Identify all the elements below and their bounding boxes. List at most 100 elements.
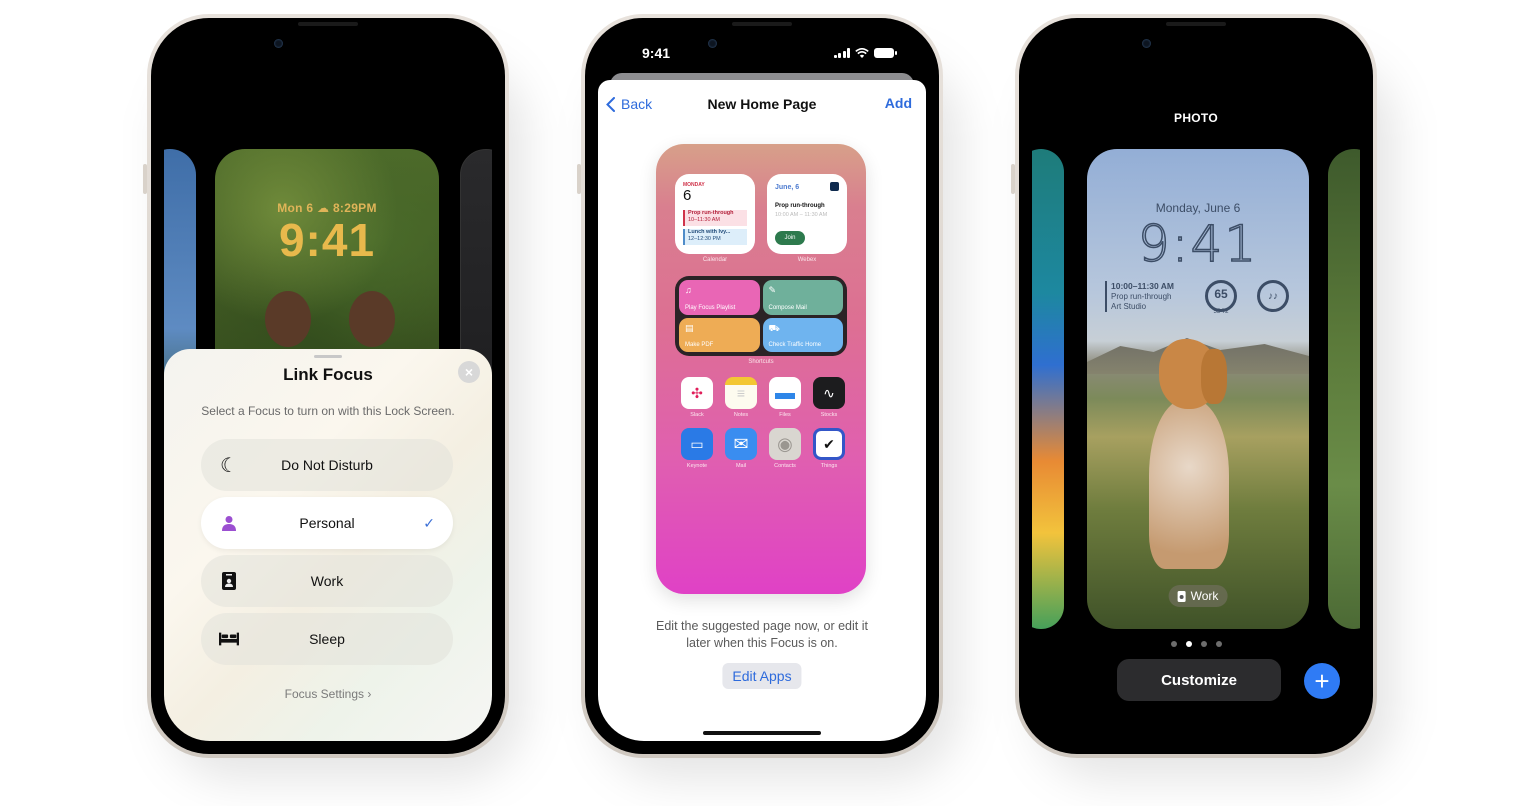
shortcut-check-traffic-home[interactable]: ⛟ Check Traffic Home xyxy=(762,317,843,352)
front-camera xyxy=(1142,39,1151,48)
phone-lock-screen-gallery: PHOTO Monday, June 6 9:41 10:00–11:30 AM… xyxy=(1011,14,1377,758)
document-icon: ▤ xyxy=(685,322,694,333)
focus-settings-link[interactable]: Focus Settings › xyxy=(164,687,492,701)
page-dot[interactable] xyxy=(1170,641,1177,647)
home-indicator[interactable] xyxy=(703,731,821,735)
app-label: Mail xyxy=(735,463,747,469)
airpods-battery-widget[interactable]: ♪♪ xyxy=(1257,280,1289,312)
event-title: Prop run-through xyxy=(688,210,734,216)
page-dot[interactable] xyxy=(1200,641,1207,647)
webex-meeting-time: 10:00 AM – 11:30 AM xyxy=(775,212,828,218)
app-label: Contacts xyxy=(774,463,796,469)
close-icon: × xyxy=(464,364,474,380)
app-notes[interactable]: ≡ Notes xyxy=(719,377,763,418)
wallpaper-card-left[interactable] xyxy=(1032,149,1064,629)
calendar-widget[interactable]: 10:00–11:30 AM Prop run-through Art Stud… xyxy=(1105,281,1174,312)
app-slack[interactable]: ✣ Slack xyxy=(675,377,719,418)
status-bar: 9:41 xyxy=(598,45,926,65)
focus-option-sleep[interactable]: Sleep xyxy=(201,613,453,665)
focus-chip-label: Work xyxy=(1190,589,1219,603)
shortcut-play-focus-playlist[interactable]: ♫ Play Focus Playlist xyxy=(679,280,760,315)
app-things[interactable]: ✔ Things xyxy=(807,428,851,469)
focus-option-work[interactable]: Work xyxy=(201,555,453,607)
shortcut-label: Play Focus Playlist xyxy=(685,304,736,311)
photo-subject-dog xyxy=(1149,339,1239,589)
lock-time: 9:41 xyxy=(278,214,376,266)
focus-chip-work[interactable]: Work xyxy=(1168,585,1228,607)
calendar-event: Lunch with Ivy... 12–12:30 PM xyxy=(683,229,747,245)
id-badge-icon xyxy=(1177,590,1186,602)
battery-icon xyxy=(874,48,897,58)
page-indicator xyxy=(1032,641,1360,647)
edit-apps-button[interactable]: Edit Apps xyxy=(722,663,802,689)
widget-label: Webex xyxy=(797,257,817,263)
lock-screen-preview[interactable]: Monday, June 6 9:41 10:00–11:30 AM Prop … xyxy=(1087,149,1309,629)
page-dot-active[interactable] xyxy=(1185,641,1192,647)
shortcut-label: Make PDF xyxy=(685,342,714,348)
sheet-subtitle: Select a Focus to turn on with this Lock… xyxy=(201,404,455,418)
add-button[interactable]: Add xyxy=(885,95,912,111)
wallpaper-card-right[interactable] xyxy=(1328,149,1360,629)
bed-icon xyxy=(219,629,239,649)
phone-bezel: 9:41 Back New Home Page Add MONDAY 6 Pro… xyxy=(585,18,939,754)
webex-meeting-title: Prop run-through xyxy=(775,203,825,209)
event-title: Lunch with Ivy... xyxy=(688,229,731,235)
music-note-icon: ♫ xyxy=(685,285,692,295)
things-icon: ✔ xyxy=(813,428,845,460)
status-time: 9:41 xyxy=(642,45,671,61)
shortcut-compose-mail[interactable]: ✎ Compose Mail xyxy=(762,280,843,315)
app-contacts[interactable]: ◉ Contacts xyxy=(763,428,807,469)
wifi-icon xyxy=(855,48,869,58)
calendar-date: 6 xyxy=(683,187,692,204)
app-label: Keynote xyxy=(686,463,708,469)
speaker-grille xyxy=(298,22,358,26)
shortcuts-widget: ♫ Play Focus Playlist ✎ Compose Mail ▤ M… xyxy=(675,276,847,356)
join-button[interactable]: Join xyxy=(775,231,805,245)
speaker-grille xyxy=(732,22,792,26)
shortcut-make-pdf[interactable]: ▤ Make PDF xyxy=(679,317,760,352)
shortcut-label: Compose Mail xyxy=(768,304,807,311)
notes-icon: ≡ xyxy=(725,377,757,409)
phone-link-focus: Mon 6 ☁ 8:29PM 9:41 Link Focus × Select … xyxy=(143,14,509,758)
customize-button[interactable]: Customize xyxy=(1117,659,1281,701)
webex-widget[interactable]: June, 6 Prop run-through 10:00 AM – 11:3… xyxy=(767,174,847,254)
close-button[interactable]: × xyxy=(458,361,480,383)
moon-icon: ☾ xyxy=(220,454,238,477)
car-icon: ⛟ xyxy=(768,322,780,333)
page-dot[interactable] xyxy=(1215,641,1222,647)
add-wallpaper-button[interactable]: + xyxy=(1304,663,1340,699)
stocks-icon: ∿ xyxy=(813,377,845,409)
phone-screen: Mon 6 ☁ 8:29PM 9:41 Link Focus × Select … xyxy=(164,31,492,741)
calendar-widget[interactable]: MONDAY 6 Prop run-through 10–11:30 AM Lu… xyxy=(675,174,755,254)
event-time: 12–12:30 PM xyxy=(688,236,721,242)
temperature-value: 65 xyxy=(1214,287,1228,301)
webex-date: June, 6 xyxy=(775,184,800,191)
phone-screen: PHOTO Monday, June 6 9:41 10:00–11:30 AM… xyxy=(1032,31,1360,741)
focus-option-personal[interactable]: Personal ✓ xyxy=(201,497,453,549)
speaker-grille xyxy=(1166,22,1226,26)
app-files[interactable]: ▬ Files xyxy=(763,377,807,418)
wallpaper-style-label: PHOTO xyxy=(1174,111,1218,125)
focus-option-do-not-disturb[interactable]: ☾ Do Not Disturb xyxy=(201,439,453,491)
keynote-icon: ▭ xyxy=(681,428,713,460)
weather-gauge-widget[interactable]: 65 55 72 xyxy=(1205,280,1237,315)
event-location: Art Studio xyxy=(1111,302,1147,311)
checkmark-icon: ✓ xyxy=(423,514,435,531)
back-button[interactable]: Back xyxy=(606,96,652,112)
id-badge-icon xyxy=(219,571,239,591)
compose-icon: ✎ xyxy=(768,285,777,295)
app-mail[interactable]: ✉ Mail xyxy=(719,428,763,469)
sheet-grabber[interactable] xyxy=(314,355,342,358)
home-page-preview: MONDAY 6 Prop run-through 10–11:30 AM Lu… xyxy=(656,144,866,594)
slack-icon: ✣ xyxy=(681,377,713,409)
app-keynote[interactable]: ▭ Keynote xyxy=(675,428,719,469)
webex-logo-icon xyxy=(830,182,839,191)
app-stocks[interactable]: ∿ Stocks xyxy=(807,377,851,418)
contacts-icon: ◉ xyxy=(769,428,801,460)
files-icon: ▬ xyxy=(769,377,801,409)
app-label: Slack xyxy=(690,412,704,418)
shortcut-label: Check Traffic Home xyxy=(768,342,822,348)
widget-label: Calendar xyxy=(702,257,728,263)
sheet-title: Link Focus xyxy=(283,365,373,384)
focus-list: ☾ Do Not Disturb Personal ✓ Work Sleep xyxy=(201,439,453,671)
